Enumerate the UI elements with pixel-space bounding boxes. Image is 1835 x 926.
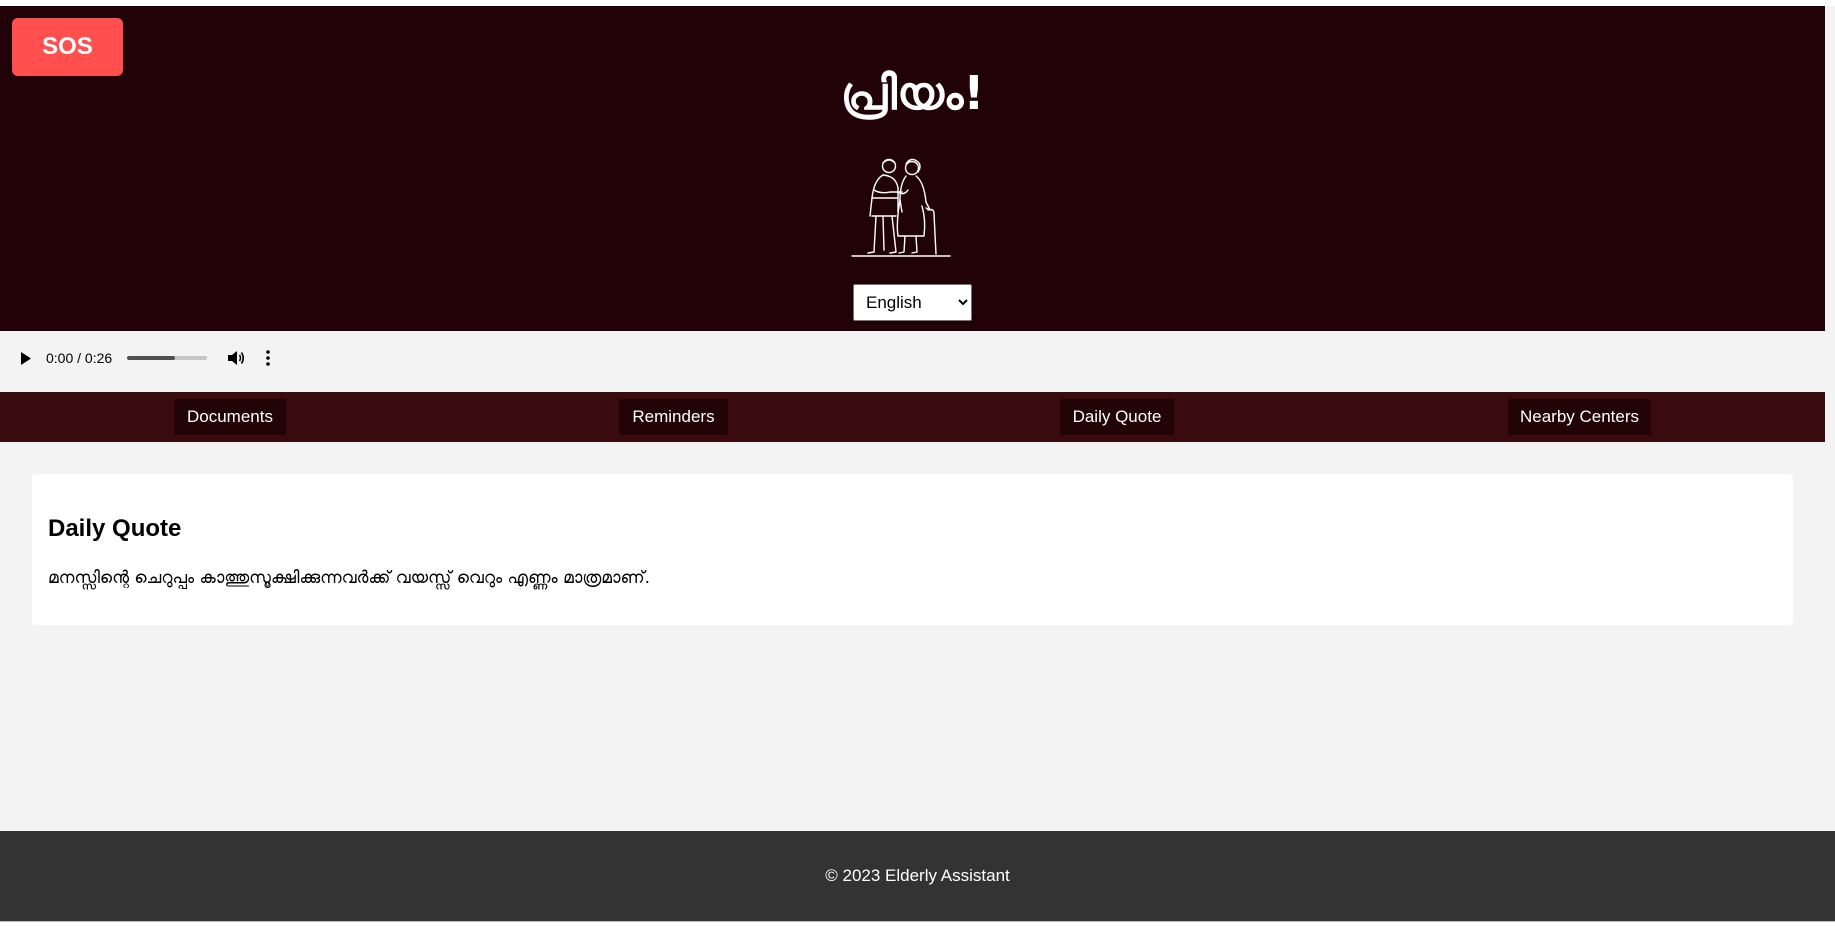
audio-progress-fill [127, 356, 176, 360]
card-title: Daily Quote [48, 515, 182, 542]
nav-item-documents[interactable]: Documents [174, 399, 286, 435]
nav-item-reminders[interactable]: Reminders [619, 399, 728, 435]
footer: © 2023 Elderly Assistant [0, 831, 1835, 921]
language-select[interactable]: English [853, 284, 972, 321]
header: SOS പ്രിയം! English [0, 6, 1825, 331]
more-options-icon[interactable] [253, 340, 283, 376]
nav-bar: Documents Reminders Daily Quote Nearby C… [0, 392, 1825, 442]
volume-icon[interactable] [221, 340, 251, 376]
footer-copyright: © 2023 Elderly Assistant [825, 866, 1010, 885]
bottom-strip [0, 921, 1835, 926]
audio-player: 0:00 / 0:26 [8, 338, 294, 378]
nav-item-nearby-centers[interactable]: Nearby Centers [1508, 399, 1651, 435]
audio-time-display: 0:00 / 0:26 [46, 350, 113, 366]
quote-text: മനസ്സിന്റെ ചെറുപ്പം കാത്തുസൂക്ഷിക്കുന്നവ… [48, 568, 650, 588]
play-icon[interactable] [8, 340, 44, 376]
daily-quote-card: Daily Quote മനസ്സിന്റെ ചെറുപ്പം കാത്തുസൂ… [32, 474, 1793, 625]
elderly-couple-icon [851, 158, 951, 257]
nav-item-daily-quote[interactable]: Daily Quote [1060, 399, 1174, 435]
audio-progress-bar[interactable] [127, 356, 208, 360]
page: SOS പ്രിയം! English 0:00 / 0:26 Document… [0, 0, 1835, 926]
app-title: പ്രിയം! [840, 66, 985, 120]
